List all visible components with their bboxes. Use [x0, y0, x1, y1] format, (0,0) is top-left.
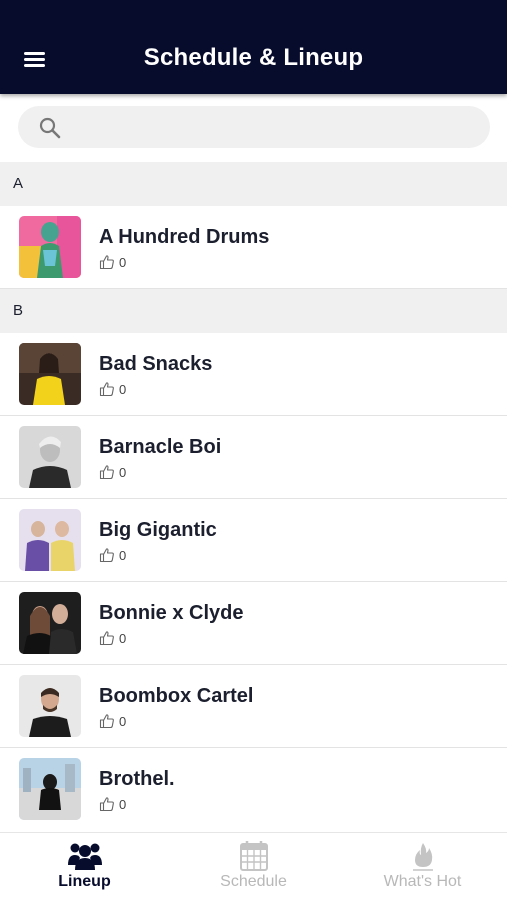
artist-thumbnail [19, 592, 81, 654]
like-count-value: 0 [119, 547, 127, 563]
artist-thumbnail [19, 426, 81, 488]
artist-thumbnail [19, 675, 81, 737]
artist-list: A A Hundred Drums 0 B Bad Snacks 0 Barna… [0, 162, 507, 830]
app-header: Schedule & Lineup [0, 0, 507, 94]
artist-row[interactable]: Bonnie x Clyde 0 [0, 582, 507, 665]
calendar-icon [239, 841, 268, 871]
artist-thumbnail [19, 509, 81, 571]
thumbs-up-icon [99, 714, 114, 729]
section-header-b: B [0, 289, 507, 333]
like-count-value: 0 [119, 713, 127, 729]
like-count-value: 0 [119, 254, 127, 270]
artist-row[interactable]: Big Gigantic 0 [0, 499, 507, 582]
tab-label: Lineup [58, 873, 111, 890]
artist-row[interactable]: Bad Snacks 0 [0, 333, 507, 416]
artist-row[interactable]: Barnacle Boi 0 [0, 416, 507, 499]
like-count[interactable]: 0 [99, 630, 126, 646]
like-count-value: 0 [119, 630, 127, 646]
tab-whats-hot[interactable]: What's Hot [338, 833, 507, 901]
like-count[interactable]: 0 [99, 381, 126, 397]
search-bar-container [0, 94, 507, 162]
artist-thumbnail [19, 216, 81, 278]
thumbs-up-icon [99, 382, 114, 397]
artist-row[interactable]: A Hundred Drums 0 [0, 206, 507, 289]
tab-label: Schedule [220, 873, 287, 890]
thumbs-up-icon [99, 465, 114, 480]
thumbs-up-icon [99, 255, 114, 270]
search-bar[interactable] [18, 106, 490, 150]
search-input[interactable] [74, 106, 478, 150]
like-count[interactable]: 0 [99, 796, 126, 812]
thumbs-up-icon [99, 631, 114, 646]
artist-name: Brothel. [99, 768, 175, 790]
thumbs-up-icon [99, 797, 114, 812]
like-count-value: 0 [119, 796, 127, 812]
search-icon [39, 117, 61, 139]
artist-name: Boombox Cartel [99, 685, 254, 707]
artist-thumbnail [19, 343, 81, 405]
artist-name: Barnacle Boi [99, 436, 222, 458]
tab-lineup[interactable]: Lineup [0, 833, 169, 901]
bottom-tab-bar: Lineup Schedule What's Hot [0, 832, 507, 901]
section-header-a: A [0, 162, 507, 206]
like-count[interactable]: 0 [99, 547, 126, 563]
artist-row[interactable]: Brothel. 0 [0, 748, 507, 830]
thumbs-up-icon [99, 548, 114, 563]
artist-row[interactable]: Boombox Cartel 0 [0, 665, 507, 748]
like-count[interactable]: 0 [99, 464, 126, 480]
like-count[interactable]: 0 [99, 713, 126, 729]
like-count-value: 0 [119, 464, 127, 480]
like-count[interactable]: 0 [99, 254, 126, 270]
artist-name: Bad Snacks [99, 353, 213, 375]
artist-name: Big Gigantic [99, 519, 217, 541]
tab-label: What's Hot [383, 873, 462, 890]
artist-thumbnail [19, 758, 81, 820]
tab-schedule[interactable]: Schedule [169, 833, 338, 901]
like-count-value: 0 [119, 381, 127, 397]
page-title: Schedule & Lineup [143, 44, 364, 71]
artist-name: Bonnie x Clyde [99, 602, 244, 624]
people-icon [67, 843, 102, 870]
flame-icon [412, 843, 433, 871]
artist-name: A Hundred Drums [99, 226, 270, 248]
